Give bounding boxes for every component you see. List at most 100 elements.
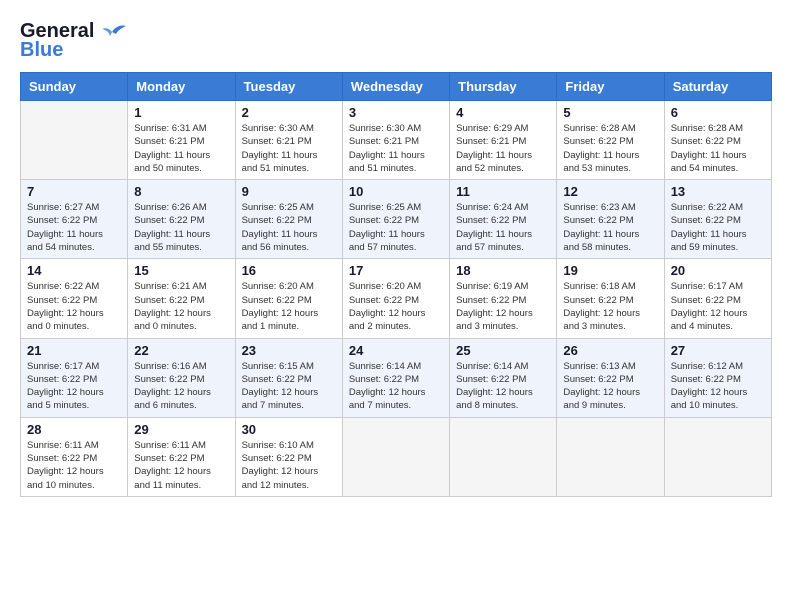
calendar-cell — [557, 417, 664, 496]
calendar-cell: 12Sunrise: 6:23 AM Sunset: 6:22 PM Dayli… — [557, 180, 664, 259]
day-info: Sunrise: 6:30 AM Sunset: 6:21 PM Dayligh… — [242, 122, 336, 175]
day-number: 7 — [27, 184, 121, 199]
day-number: 27 — [671, 343, 765, 358]
day-info: Sunrise: 6:24 AM Sunset: 6:22 PM Dayligh… — [456, 201, 550, 254]
day-info: Sunrise: 6:25 AM Sunset: 6:22 PM Dayligh… — [242, 201, 336, 254]
calendar-cell: 9 Sunrise: 6:25 AM Sunset: 6:22 PM Daylig… — [235, 180, 342, 259]
day-number: 5 — [563, 105, 657, 120]
day-number: 26 — [563, 343, 657, 358]
calendar-cell: 23Sunrise: 6:15 AM Sunset: 6:22 PM Dayli… — [235, 338, 342, 417]
day-info: Sunrise: 6:17 AM Sunset: 6:22 PM Dayligh… — [27, 360, 121, 413]
calendar-cell: 11 Sunrise: 6:24 AM Sunset: 6:22 PM Dayli… — [450, 180, 557, 259]
day-number: 1 — [134, 105, 228, 120]
day-number: 24 — [349, 343, 443, 358]
calendar-cell — [342, 417, 449, 496]
day-info: Sunrise: 6:23 AM Sunset: 6:22 PM Dayligh… — [563, 201, 657, 254]
calendar-cell: 1 Sunrise: 6:31 AM Sunset: 6:21 PM Daylig… — [128, 101, 235, 180]
day-number: 17 — [349, 263, 443, 278]
calendar-cell: 10 Sunrise: 6:25 AM Sunset: 6:22 PM Dayli… — [342, 180, 449, 259]
day-info: Sunrise: 6:13 AM Sunset: 6:22 PM Dayligh… — [563, 360, 657, 413]
logo: General Blue — [20, 20, 126, 62]
day-number: 21 — [27, 343, 121, 358]
logo-blue-text: Blue — [20, 39, 63, 62]
calendar-cell: 16 Sunrise: 6:20 AM Sunset: 6:22 PM Dayli… — [235, 259, 342, 338]
day-number: 29 — [134, 422, 228, 437]
calendar-cell: 15 Sunrise: 6:21 AM Sunset: 6:22 PM Dayli… — [128, 259, 235, 338]
col-header-sunday: Sunday — [21, 73, 128, 101]
day-info: Sunrise: 6:22 AM Sunset: 6:22 PM Dayligh… — [27, 280, 121, 333]
calendar-cell: 22Sunrise: 6:16 AM Sunset: 6:22 PM Dayli… — [128, 338, 235, 417]
day-info: Sunrise: 6:25 AM Sunset: 6:22 PM Dayligh… — [349, 201, 443, 254]
day-number: 13 — [671, 184, 765, 199]
day-info: Sunrise: 6:26 AM Sunset: 6:22 PM Dayligh… — [134, 201, 228, 254]
day-number: 2 — [242, 105, 336, 120]
col-header-friday: Friday — [557, 73, 664, 101]
calendar-week-row: 21 Sunrise: 6:17 AM Sunset: 6:22 PM Dayli… — [21, 338, 772, 417]
calendar-cell: 20 Sunrise: 6:17 AM Sunset: 6:22 PM Dayli… — [664, 259, 771, 338]
day-info: Sunrise: 6:29 AM Sunset: 6:21 PM Dayligh… — [456, 122, 550, 175]
calendar-cell: 28Sunrise: 6:11 AM Sunset: 6:22 PM Dayli… — [21, 417, 128, 496]
day-number: 14 — [27, 263, 121, 278]
page-header: General Blue — [20, 20, 772, 62]
calendar-week-row: 7Sunrise: 6:27 AM Sunset: 6:22 PM Daylig… — [21, 180, 772, 259]
calendar-cell: 29 Sunrise: 6:11 AM Sunset: 6:22 PM Dayli… — [128, 417, 235, 496]
calendar-cell: 7Sunrise: 6:27 AM Sunset: 6:22 PM Daylig… — [21, 180, 128, 259]
col-header-tuesday: Tuesday — [235, 73, 342, 101]
day-info: Sunrise: 6:21 AM Sunset: 6:22 PM Dayligh… — [134, 280, 228, 333]
day-info: Sunrise: 6:17 AM Sunset: 6:22 PM Dayligh… — [671, 280, 765, 333]
day-info: Sunrise: 6:12 AM Sunset: 6:22 PM Dayligh… — [671, 360, 765, 413]
day-number: 8 — [134, 184, 228, 199]
day-number: 15 — [134, 263, 228, 278]
day-number: 25 — [456, 343, 550, 358]
calendar-cell: 13 Sunrise: 6:22 AM Sunset: 6:22 PM Dayli… — [664, 180, 771, 259]
calendar-cell: 2 Sunrise: 6:30 AM Sunset: 6:21 PM Daylig… — [235, 101, 342, 180]
calendar-week-row: 1 Sunrise: 6:31 AM Sunset: 6:21 PM Daylig… — [21, 101, 772, 180]
calendar-week-row: 14 Sunrise: 6:22 AM Sunset: 6:22 PM Dayli… — [21, 259, 772, 338]
day-number: 3 — [349, 105, 443, 120]
day-info: Sunrise: 6:28 AM Sunset: 6:22 PM Dayligh… — [563, 122, 657, 175]
day-number: 22 — [134, 343, 228, 358]
day-number: 6 — [671, 105, 765, 120]
calendar-cell: 25Sunrise: 6:14 AM Sunset: 6:22 PM Dayli… — [450, 338, 557, 417]
day-number: 18 — [456, 263, 550, 278]
calendar-table: SundayMondayTuesdayWednesdayThursdayFrid… — [20, 72, 772, 497]
day-number: 16 — [242, 263, 336, 278]
calendar-header-row: SundayMondayTuesdayWednesdayThursdayFrid… — [21, 73, 772, 101]
day-info: Sunrise: 6:15 AM Sunset: 6:22 PM Dayligh… — [242, 360, 336, 413]
day-number: 19 — [563, 263, 657, 278]
day-number: 10 — [349, 184, 443, 199]
col-header-wednesday: Wednesday — [342, 73, 449, 101]
calendar-cell: 24Sunrise: 6:14 AM Sunset: 6:22 PM Dayli… — [342, 338, 449, 417]
logo-bird-icon — [98, 22, 126, 42]
day-number: 30 — [242, 422, 336, 437]
day-number: 4 — [456, 105, 550, 120]
day-info: Sunrise: 6:18 AM Sunset: 6:22 PM Dayligh… — [563, 280, 657, 333]
day-info: Sunrise: 6:20 AM Sunset: 6:22 PM Dayligh… — [242, 280, 336, 333]
calendar-cell: 21 Sunrise: 6:17 AM Sunset: 6:22 PM Dayli… — [21, 338, 128, 417]
col-header-thursday: Thursday — [450, 73, 557, 101]
day-number: 9 — [242, 184, 336, 199]
calendar-cell: 8 Sunrise: 6:26 AM Sunset: 6:22 PM Daylig… — [128, 180, 235, 259]
day-number: 28 — [27, 422, 121, 437]
calendar-cell: 14 Sunrise: 6:22 AM Sunset: 6:22 PM Dayli… — [21, 259, 128, 338]
calendar-cell: 27 Sunrise: 6:12 AM Sunset: 6:22 PM Dayli… — [664, 338, 771, 417]
col-header-saturday: Saturday — [664, 73, 771, 101]
day-number: 20 — [671, 263, 765, 278]
day-info: Sunrise: 6:28 AM Sunset: 6:22 PM Dayligh… — [671, 122, 765, 175]
calendar-cell: 6 Sunrise: 6:28 AM Sunset: 6:22 PM Daylig… — [664, 101, 771, 180]
calendar-cell — [450, 417, 557, 496]
day-info: Sunrise: 6:19 AM Sunset: 6:22 PM Dayligh… — [456, 280, 550, 333]
day-info: Sunrise: 6:22 AM Sunset: 6:22 PM Dayligh… — [671, 201, 765, 254]
day-info: Sunrise: 6:11 AM Sunset: 6:22 PM Dayligh… — [134, 439, 228, 492]
calendar-week-row: 28 Sunrise: 6:11 AM Sunset: 6:22 PM Dayli… — [21, 417, 772, 496]
calendar-cell: 17Sunrise: 6:20 AM Sunset: 6:22 PM Dayli… — [342, 259, 449, 338]
calendar-cell: 3Sunrise: 6:30 AM Sunset: 6:21 PM Daylig… — [342, 101, 449, 180]
calendar-cell: 18 Sunrise: 6:19 AM Sunset: 6:22 PM Dayli… — [450, 259, 557, 338]
day-number: 11 — [456, 184, 550, 199]
calendar-cell: 30 Sunrise: 6:10 AM Sunset: 6:22 PM Dayli… — [235, 417, 342, 496]
calendar-cell: 26 Sunrise: 6:13 AM Sunset: 6:22 PM Dayli… — [557, 338, 664, 417]
calendar-cell: 5 Sunrise: 6:28 AM Sunset: 6:22 PM Daylig… — [557, 101, 664, 180]
day-info: Sunrise: 6:10 AM Sunset: 6:22 PM Dayligh… — [242, 439, 336, 492]
calendar-cell — [664, 417, 771, 496]
day-info: Sunrise: 6:31 AM Sunset: 6:21 PM Dayligh… — [134, 122, 228, 175]
